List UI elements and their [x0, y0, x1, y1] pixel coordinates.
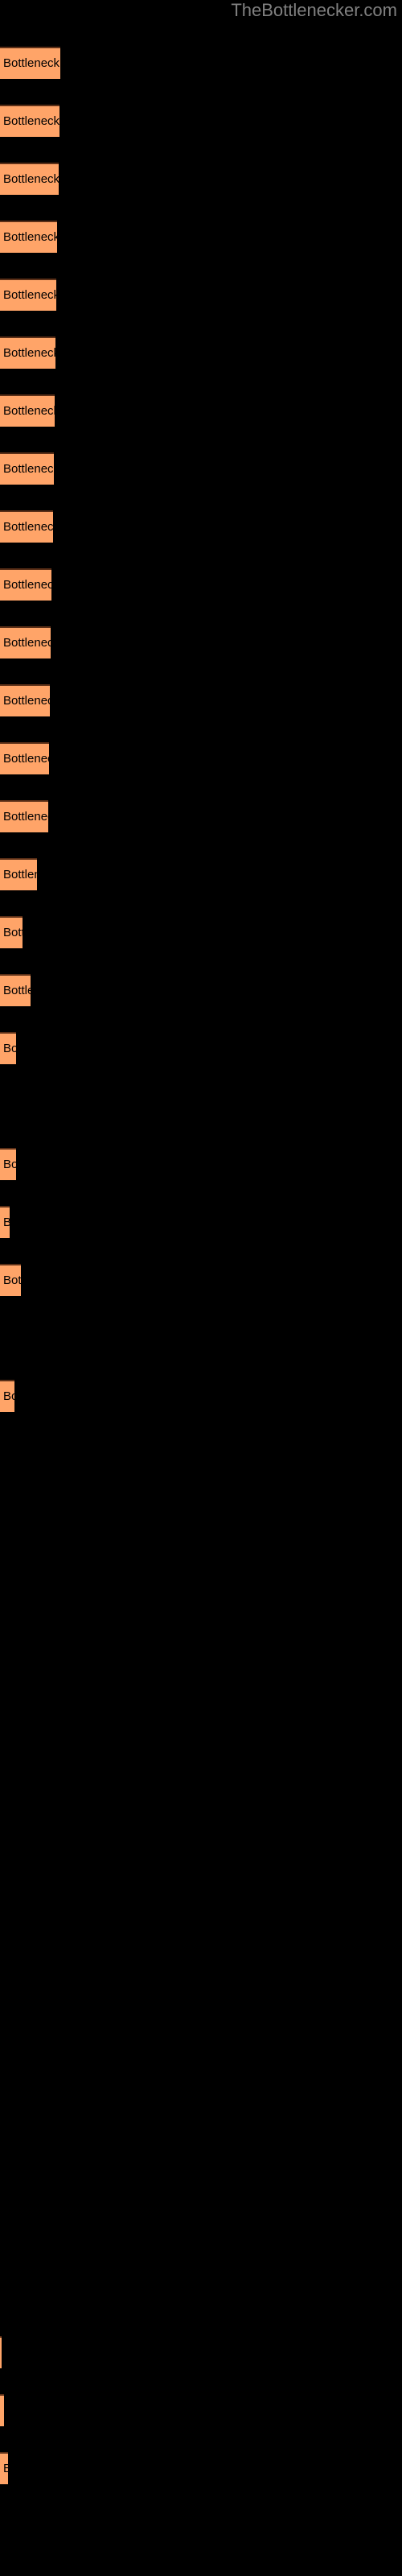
bottleneck-bar[interactable]: Bottleneck result — [0, 2336, 2, 2368]
bar-row: Bottleneck result — [0, 742, 402, 774]
bottleneck-bar[interactable]: Bottleneck result — [0, 568, 51, 601]
bar-label: Bottleneck result — [3, 578, 51, 592]
bottleneck-bar[interactable]: Bottleneck result — [0, 105, 59, 137]
bar-row: Bottleneck result — [0, 1206, 402, 1238]
bar-label: Bottleneck result — [3, 114, 59, 128]
bar-label: Bottleneck result — [3, 694, 50, 708]
bar-row: Bottleneck result — [0, 221, 402, 253]
bar-row: Bottleneck result — [0, 336, 402, 369]
bar-label: Bottleneck result — [3, 810, 48, 824]
bar-row: Bottleneck result — [0, 1148, 402, 1180]
bar-label: Bottleneck result — [3, 172, 59, 186]
bar-row: Bottleneck result — [0, 1032, 402, 1064]
bar-row: Bottleneck result — [0, 974, 402, 1006]
bar-label: Bottleneck result — [3, 1158, 16, 1171]
bar-label: Bottleneck result — [3, 984, 31, 997]
bottleneck-bar[interactable]: Bottleneck result — [0, 1380, 14, 1412]
bottleneck-bar[interactable]: Bottleneck result — [0, 1206, 10, 1238]
bar-row: Bottleneck result — [0, 510, 402, 543]
page-root: TheBottlenecker.com Bottleneck resultBot… — [0, 0, 402, 2576]
bottleneck-bar[interactable]: Bottleneck result — [0, 916, 23, 948]
bottleneck-bar[interactable]: Bottleneck result — [0, 336, 55, 369]
bar-row: Bottleneck result — [0, 1380, 402, 1412]
bar-row: Bottleneck result — [0, 394, 402, 427]
bottleneck-bar[interactable]: Bottleneck result — [0, 279, 56, 311]
bottleneck-bar[interactable]: Bottleneck result — [0, 2452, 8, 2484]
bottleneck-bar[interactable]: Bottleneck result — [0, 858, 37, 890]
bottleneck-bar[interactable]: Bottleneck result — [0, 394, 55, 427]
bar-row: Bottleneck result — [0, 684, 402, 716]
bar-row: Bottleneck result — [0, 47, 402, 79]
bar-row: Bottleneck result — [0, 452, 402, 485]
bottleneck-bar[interactable]: Bottleneck result — [0, 221, 57, 253]
bottleneck-bar[interactable]: Bottleneck result — [0, 2394, 4, 2426]
bar-label: Bottleneck result — [3, 346, 55, 360]
bar-label: Bottleneck result — [3, 520, 53, 534]
bottleneck-bar[interactable]: Bottleneck result — [0, 800, 48, 832]
bar-label: Bottleneck result — [3, 404, 55, 418]
bottleneck-bar[interactable]: Bottleneck result — [0, 1264, 21, 1296]
bottleneck-bar[interactable]: Bottleneck result — [0, 1032, 16, 1064]
bottleneck-bar[interactable]: Bottleneck result — [0, 1148, 16, 1180]
bar-label: Bottleneck result — [3, 1274, 21, 1287]
bottleneck-bar[interactable]: Bottleneck result — [0, 163, 59, 195]
bar-row: Bottleneck result — [0, 800, 402, 832]
bar-row: Bottleneck result — [0, 2452, 402, 2484]
bar-label: Bottleneck result — [3, 288, 56, 302]
bar-label: Bottleneck result — [3, 868, 37, 881]
bar-row: Bottleneck result — [0, 568, 402, 601]
bar-label: Bottleneck result — [3, 2462, 8, 2475]
bottleneck-bar[interactable]: Bottleneck result — [0, 684, 50, 716]
bar-row: Bottleneck result — [0, 279, 402, 311]
bottleneck-bar-chart: Bottleneck result Bottleneck result Bottle… — [0, 0, 402, 2576]
bar-label: Bottleneck result — [3, 462, 54, 476]
bottleneck-bar[interactable]: Bottleneck result — [0, 510, 53, 543]
bar-row: Bottleneck result — [0, 2394, 402, 2426]
bar-row: Bottleneck result — [0, 916, 402, 948]
bottleneck-bar[interactable]: Bottleneck result — [0, 974, 31, 1006]
bar-label: Bottleneck result — [3, 2405, 4, 2417]
bar-label: Bottleneck result — [3, 56, 60, 70]
bar-label: Bottleneck result — [3, 636, 51, 650]
bar-label: Bottleneck result — [3, 926, 23, 939]
bottleneck-bar[interactable]: Bottleneck result — [0, 742, 49, 774]
bar-row: Bottleneck result — [0, 2336, 402, 2368]
bar-label: Bottleneck result — [3, 1216, 10, 1229]
bar-row: Bottleneck result — [0, 1264, 402, 1296]
bar-row: Bottleneck result — [0, 626, 402, 658]
bar-row: Bottleneck result — [0, 163, 402, 195]
bar-label: Bottleneck result — [3, 752, 49, 766]
bar-label: Bottleneck result — [3, 230, 57, 244]
bar-row: Bottleneck result — [0, 858, 402, 890]
bar-label: Bottleneck result — [3, 1042, 16, 1055]
bar-label: Bottleneck result — [3, 1389, 14, 1403]
bottleneck-bar[interactable]: Bottleneck result — [0, 452, 54, 485]
bottleneck-bar[interactable]: Bottleneck result — [0, 47, 60, 79]
bottleneck-bar[interactable]: Bottleneck result — [0, 626, 51, 658]
bar-row: Bottleneck result — [0, 105, 402, 137]
